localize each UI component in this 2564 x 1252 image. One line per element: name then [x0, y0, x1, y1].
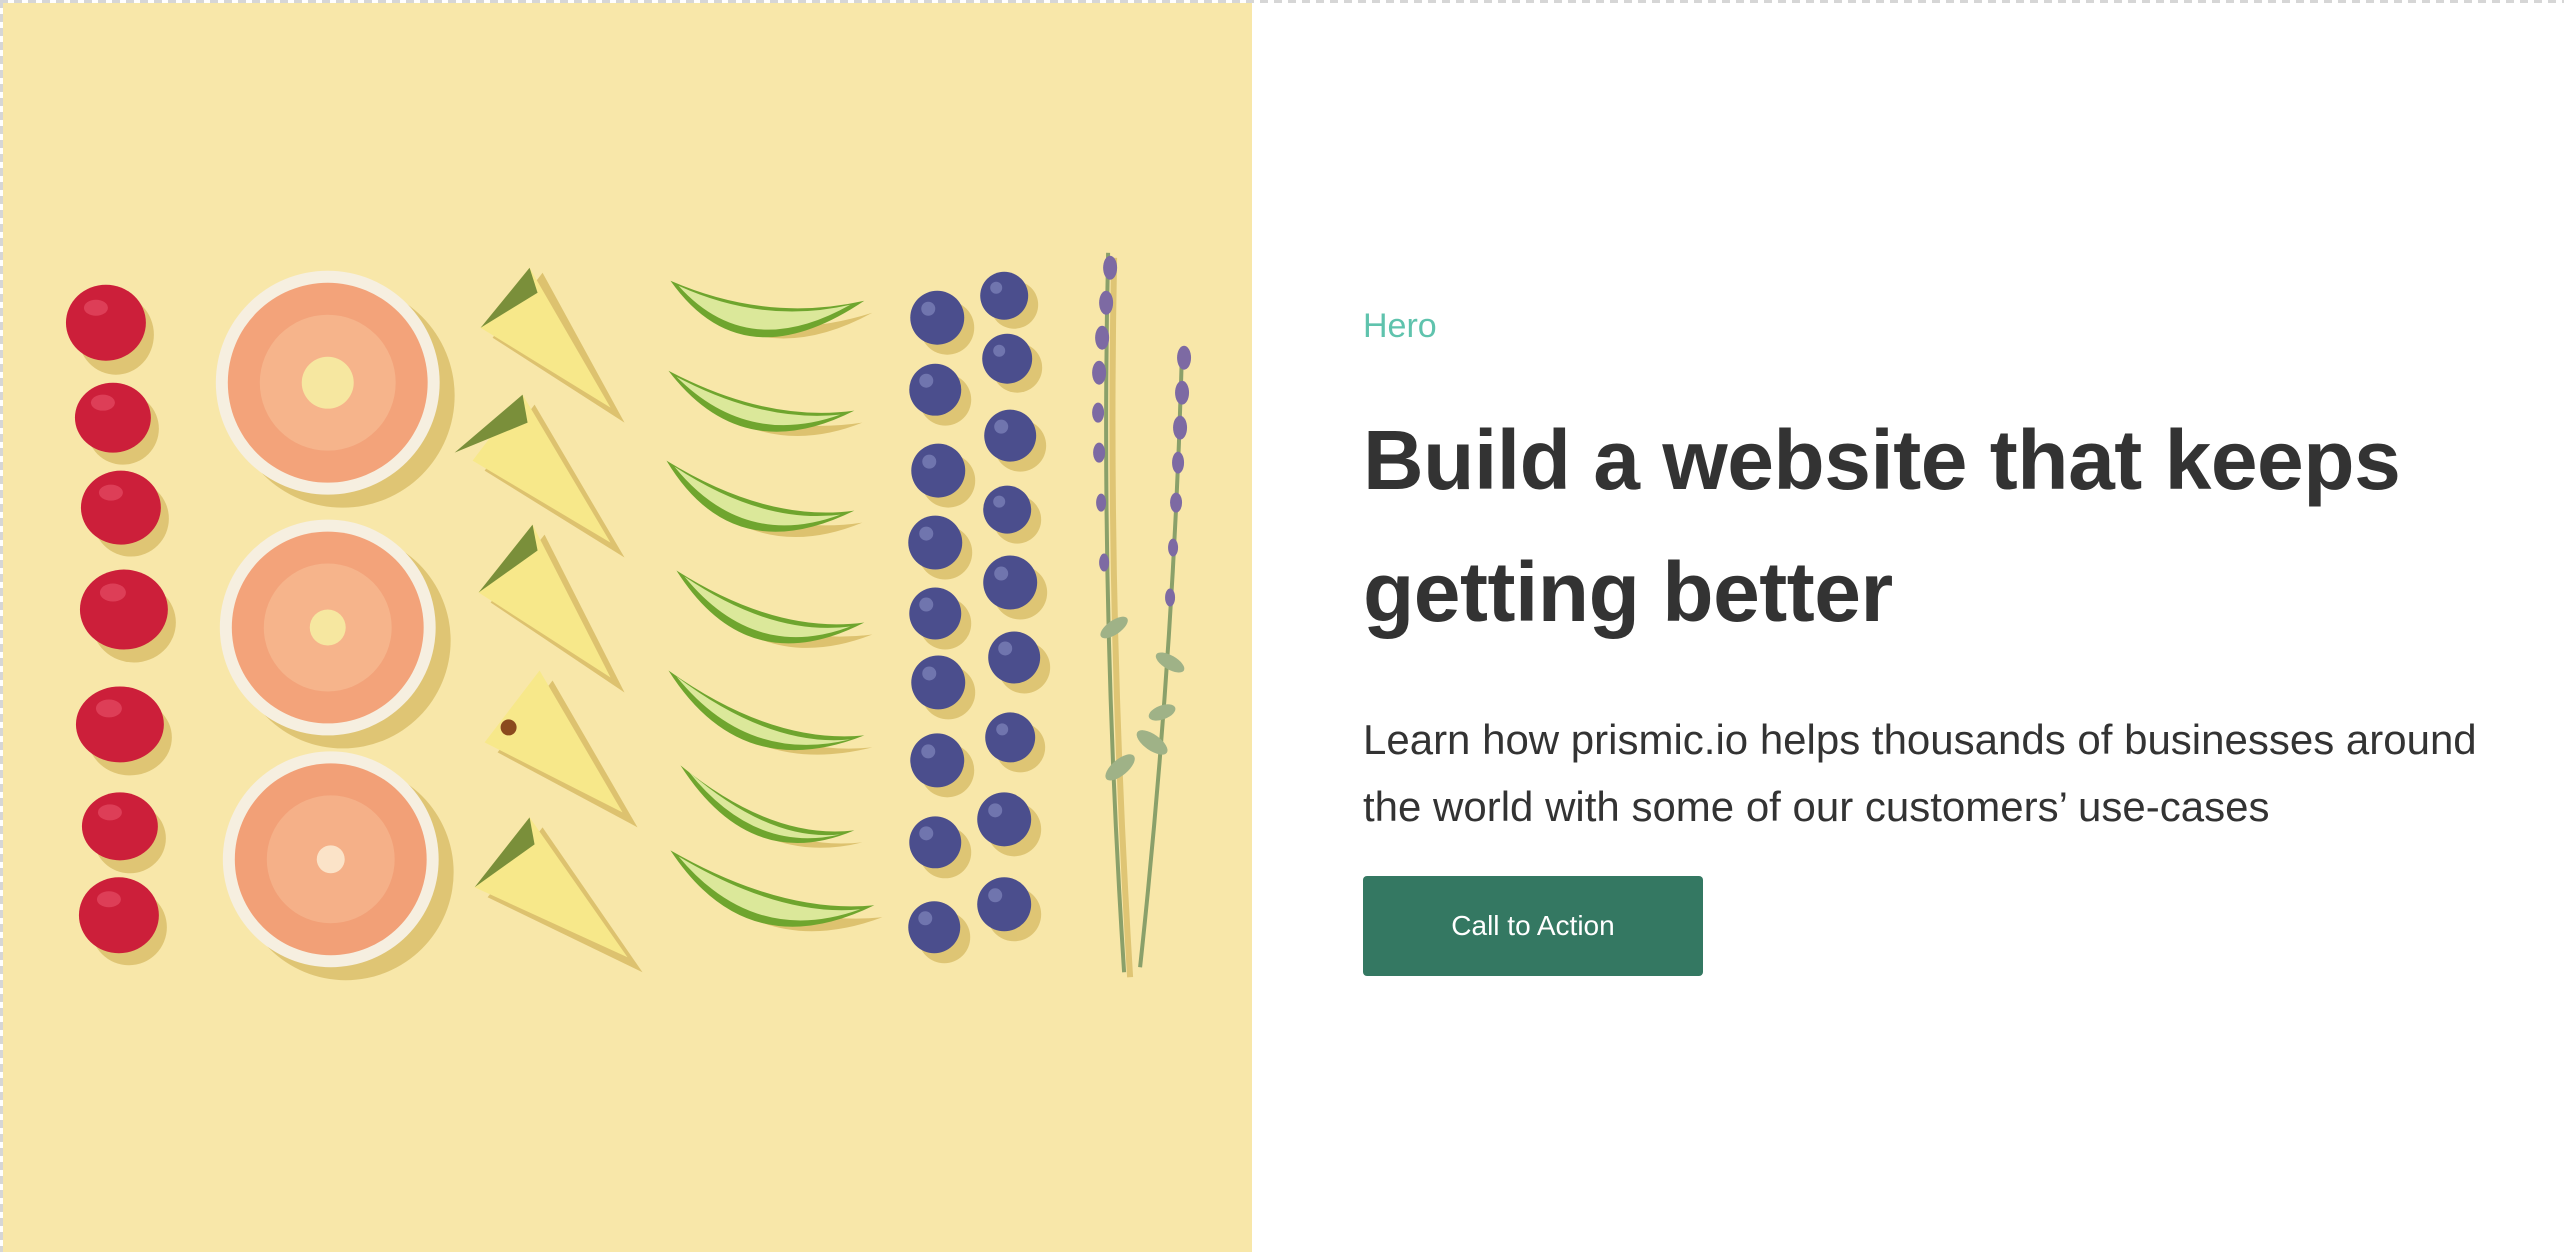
call-to-action-button[interactable]: Call to Action: [1363, 876, 1703, 976]
hero-eyebrow: Hero: [1363, 307, 1437, 345]
grapefruit-column: [215, 270, 455, 981]
hero-description: Learn how prismic.io helps thousands of …: [1363, 716, 2477, 830]
hero-content: Hero Build a website that keeps getting …: [1363, 306, 2523, 976]
hero-image: [3, 3, 1252, 1252]
hero-title: Build a website that keeps getting bette…: [1363, 413, 2401, 639]
